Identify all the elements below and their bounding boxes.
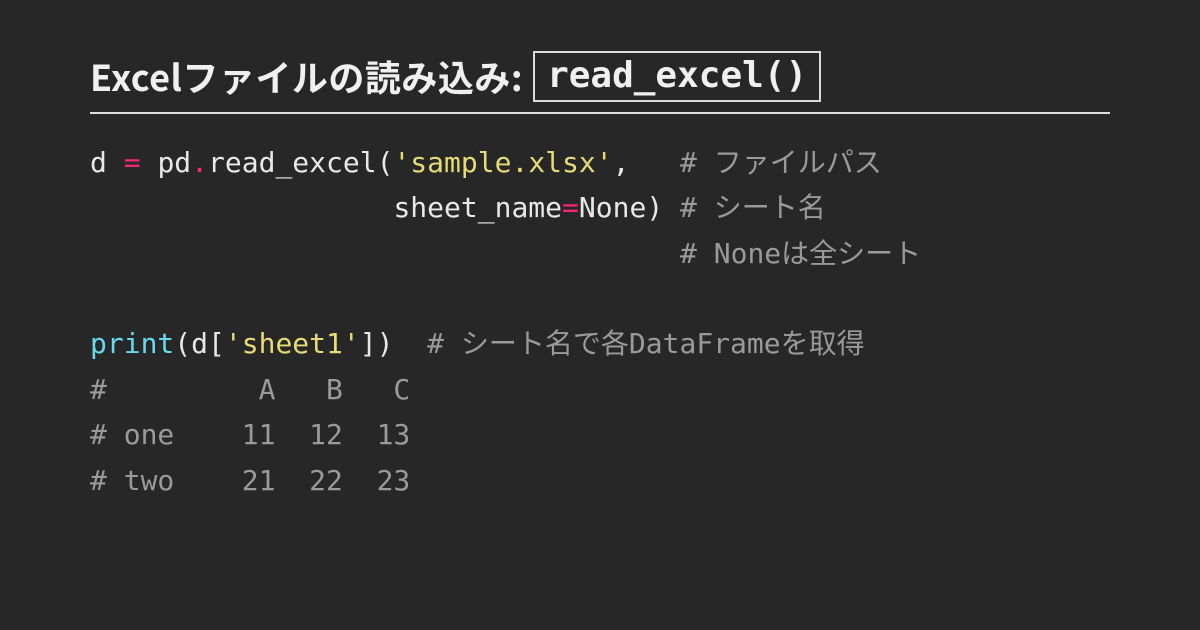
comment-get-df: # シート名で各DataFrameを取得 xyxy=(427,327,864,360)
eq-op: = xyxy=(562,191,579,224)
code-block: d = pd.read_excel('sample.xlsx', # ファイルパ… xyxy=(90,140,1110,503)
kw-sheet-name: sheet_name xyxy=(393,191,562,224)
code-line-2: sheet_name=None) # シート名 xyxy=(90,191,826,224)
indent xyxy=(90,191,393,224)
code-line-4: print(d['sheet1']) # シート名で各DataFrameを取得 xyxy=(90,327,865,360)
str-sheet1: 'sheet1' xyxy=(225,327,360,360)
module-pd: pd xyxy=(157,146,191,179)
comma: , xyxy=(613,146,630,179)
close: ]) xyxy=(360,327,427,360)
pad xyxy=(629,146,680,179)
page-title: Excelファイルの読み込み: xyxy=(90,50,523,102)
var-d: d xyxy=(90,146,124,179)
output-row-one: # one 11 12 13 xyxy=(90,418,410,451)
str-filepath: 'sample.xlsx' xyxy=(393,146,612,179)
open: (d[ xyxy=(174,327,225,360)
comment-sheetname: # シート名 xyxy=(680,191,826,224)
title-row: Excelファイルの読み込み: read_excel() xyxy=(90,50,1110,114)
output-header: # A B C xyxy=(90,373,410,406)
slide: Excelファイルの読み込み: read_excel() d = pd.read… xyxy=(0,0,1200,503)
comment-filepath: # ファイルパス xyxy=(680,146,882,179)
fn-read-excel: read_excel( xyxy=(208,146,393,179)
indent xyxy=(90,237,680,270)
close-paren: ) xyxy=(646,191,680,224)
dot-op: . xyxy=(191,146,208,179)
output-row-two: # two 21 22 23 xyxy=(90,464,410,497)
equals-op: = xyxy=(124,146,158,179)
code-line-1: d = pd.read_excel('sample.xlsx', # ファイルパ… xyxy=(90,146,882,179)
fn-print: print xyxy=(90,327,174,360)
code-line-3: # Noneは全シート xyxy=(90,237,921,270)
comment-none-all: # Noneは全シート xyxy=(680,237,921,270)
none-literal: None xyxy=(579,191,646,224)
title-code-badge: read_excel() xyxy=(533,51,821,102)
